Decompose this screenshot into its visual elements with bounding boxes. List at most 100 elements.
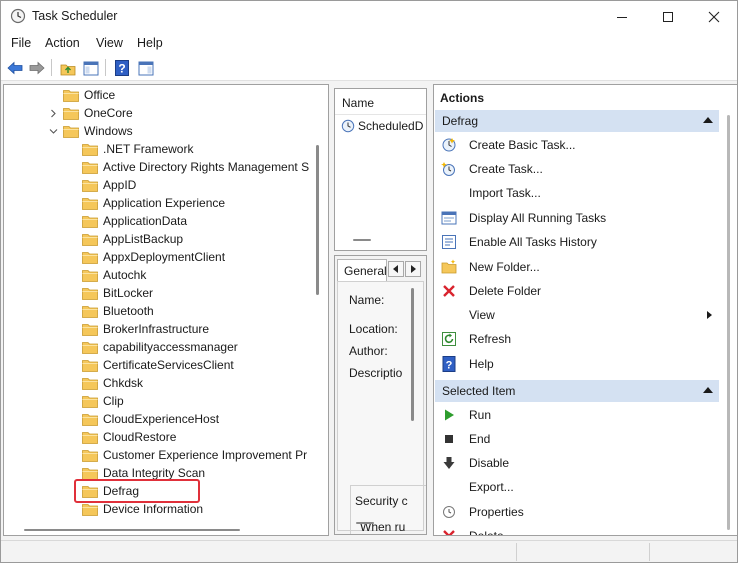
actions-scrollbar-thumb[interactable] bbox=[727, 115, 730, 530]
collapse-toggle[interactable] bbox=[48, 126, 58, 136]
expand-toggle[interactable] bbox=[48, 108, 58, 118]
folder-icon bbox=[82, 143, 98, 156]
tree-item[interactable]: Office bbox=[63, 86, 115, 104]
collapse-section-icon[interactable] bbox=[703, 386, 713, 393]
action-label: View bbox=[469, 308, 495, 323]
tree-item[interactable]: BitLocker bbox=[82, 284, 153, 302]
up-folder-button[interactable] bbox=[58, 58, 78, 78]
tree-item[interactable]: BrokerInfrastructure bbox=[82, 320, 209, 338]
column-header-name[interactable]: Name bbox=[335, 89, 426, 115]
window-title: Task Scheduler bbox=[32, 9, 118, 23]
tree-vertical-scrollbar-thumb[interactable] bbox=[316, 145, 319, 295]
action-create-basic-task[interactable]: Create Basic Task... bbox=[436, 135, 718, 155]
action-label: Import Task... bbox=[469, 186, 541, 201]
menu-file[interactable]: File bbox=[11, 36, 31, 50]
action-delete[interactable]: Delete bbox=[436, 526, 718, 535]
tree-item-label: Windows bbox=[84, 124, 133, 138]
tree-item[interactable]: CloudRestore bbox=[82, 428, 176, 446]
tree-item[interactable]: Chkdsk bbox=[82, 374, 143, 392]
delete-icon bbox=[441, 528, 457, 535]
tree-item[interactable]: ApplicationData bbox=[82, 212, 187, 230]
tree-item[interactable]: Active Directory Rights Management S bbox=[82, 158, 309, 176]
tree-item[interactable]: Windows bbox=[63, 122, 133, 140]
tree-item[interactable]: capabilityaccessmanager bbox=[82, 338, 238, 356]
horizontal-scrollbar-thumb[interactable] bbox=[356, 522, 374, 524]
task-scheduler-window: Task Scheduler File Action View Help ? O… bbox=[0, 0, 738, 563]
action-view[interactable]: View bbox=[436, 305, 718, 325]
status-segment bbox=[649, 543, 650, 561]
tab-general[interactable]: General bbox=[337, 259, 387, 281]
selected-item-highlight bbox=[74, 479, 200, 503]
collapse-section-icon[interactable] bbox=[703, 117, 713, 123]
tab-scroll-left-button[interactable] bbox=[388, 261, 404, 277]
horizontal-scrollbar-thumb[interactable] bbox=[353, 239, 371, 241]
action-end[interactable]: End bbox=[436, 429, 718, 449]
action-export[interactable]: Export... bbox=[436, 477, 718, 497]
general-tab-content: Name: Location: Author: Descriptio Secur… bbox=[337, 281, 426, 534]
show-hide-action-pane-button[interactable] bbox=[136, 58, 156, 78]
action-refresh[interactable]: Refresh bbox=[436, 329, 718, 349]
action-properties[interactable]: Properties bbox=[436, 502, 718, 522]
tree-item-label: BrokerInfrastructure bbox=[103, 322, 210, 336]
action-help[interactable]: ? Help bbox=[436, 354, 718, 374]
tree-item[interactable]: OneCore bbox=[63, 104, 133, 122]
forward-arrow-icon bbox=[29, 61, 45, 75]
vertical-scrollbar-thumb[interactable] bbox=[411, 288, 414, 421]
tree-item[interactable]: .NET Framework bbox=[82, 140, 193, 158]
section-header-selected-item[interactable]: Selected Item bbox=[435, 379, 719, 402]
location-label: Location: bbox=[349, 322, 398, 336]
action-run[interactable]: Run bbox=[436, 405, 718, 425]
folder-icon bbox=[82, 251, 98, 264]
tree-horizontal-scrollbar-thumb[interactable] bbox=[24, 529, 240, 531]
console-tree[interactable]: Office OneCore Windows .NET Framework Active… bbox=[3, 84, 329, 536]
action-enable-all-tasks-history[interactable]: Enable All Tasks History bbox=[436, 232, 718, 252]
tree-item[interactable]: Clip bbox=[82, 392, 124, 410]
tree-item[interactable]: Customer Experience Improvement Pr bbox=[82, 446, 307, 464]
task-list-pane[interactable]: Name ScheduledD bbox=[334, 88, 427, 251]
task-row[interactable]: ScheduledD bbox=[341, 119, 423, 133]
help-toolbar-button[interactable]: ? bbox=[112, 58, 132, 78]
action-label: Refresh bbox=[469, 332, 512, 347]
section-header-defrag[interactable]: Defrag bbox=[435, 110, 719, 132]
action-new-folder[interactable]: New Folder... bbox=[436, 257, 718, 277]
tree-item[interactable]: Autochk bbox=[82, 266, 146, 284]
action-label: Help bbox=[469, 356, 494, 371]
menu-view[interactable]: View bbox=[96, 36, 123, 50]
status-bar bbox=[1, 540, 737, 562]
tree-item[interactable]: Application Experience bbox=[82, 194, 225, 212]
menu-action[interactable]: Action bbox=[45, 36, 80, 50]
tree-item[interactable]: Bluetooth bbox=[82, 302, 154, 320]
section-header-label: Selected Item bbox=[442, 383, 516, 398]
minimize-button[interactable] bbox=[599, 1, 645, 32]
folder-icon bbox=[82, 179, 98, 192]
action-display-all-running-tasks[interactable]: Display All Running Tasks bbox=[436, 208, 718, 228]
forward-button[interactable] bbox=[27, 58, 47, 78]
maximize-button[interactable] bbox=[645, 1, 691, 32]
folder-icon bbox=[82, 287, 98, 300]
menu-help[interactable]: Help bbox=[137, 36, 163, 50]
action-disable[interactable]: Disable bbox=[436, 453, 718, 473]
action-create-task[interactable]: Create Task... bbox=[436, 159, 718, 179]
folder-icon bbox=[63, 89, 79, 102]
maximize-icon bbox=[663, 11, 673, 22]
show-hide-console-tree-button[interactable] bbox=[81, 58, 101, 78]
close-button[interactable] bbox=[691, 1, 737, 32]
action-label: Disable bbox=[469, 456, 510, 471]
tree-item[interactable]: AppListBackup bbox=[82, 230, 183, 248]
tab-scroll-right-button[interactable] bbox=[405, 261, 421, 277]
tree-item-label: AppListBackup bbox=[103, 232, 184, 246]
tree-item[interactable]: CloudExperienceHost bbox=[82, 410, 219, 428]
back-button[interactable] bbox=[5, 58, 25, 78]
folder-icon bbox=[82, 233, 98, 246]
folder-icon bbox=[82, 395, 98, 408]
tree-item[interactable]: AppxDeploymentClient bbox=[82, 248, 225, 266]
tree-item[interactable]: AppID bbox=[82, 176, 136, 194]
tree-item-label: AppxDeploymentClient bbox=[103, 250, 226, 264]
action-delete-folder[interactable]: Delete Folder bbox=[436, 281, 718, 301]
folder-icon bbox=[82, 341, 98, 354]
tree-item[interactable]: CertificateServicesClient bbox=[82, 356, 234, 374]
toolbar-separator bbox=[51, 59, 52, 76]
toolbar-separator bbox=[105, 59, 106, 76]
folder-icon bbox=[82, 503, 98, 516]
action-import-task[interactable]: Import Task... bbox=[436, 183, 718, 203]
